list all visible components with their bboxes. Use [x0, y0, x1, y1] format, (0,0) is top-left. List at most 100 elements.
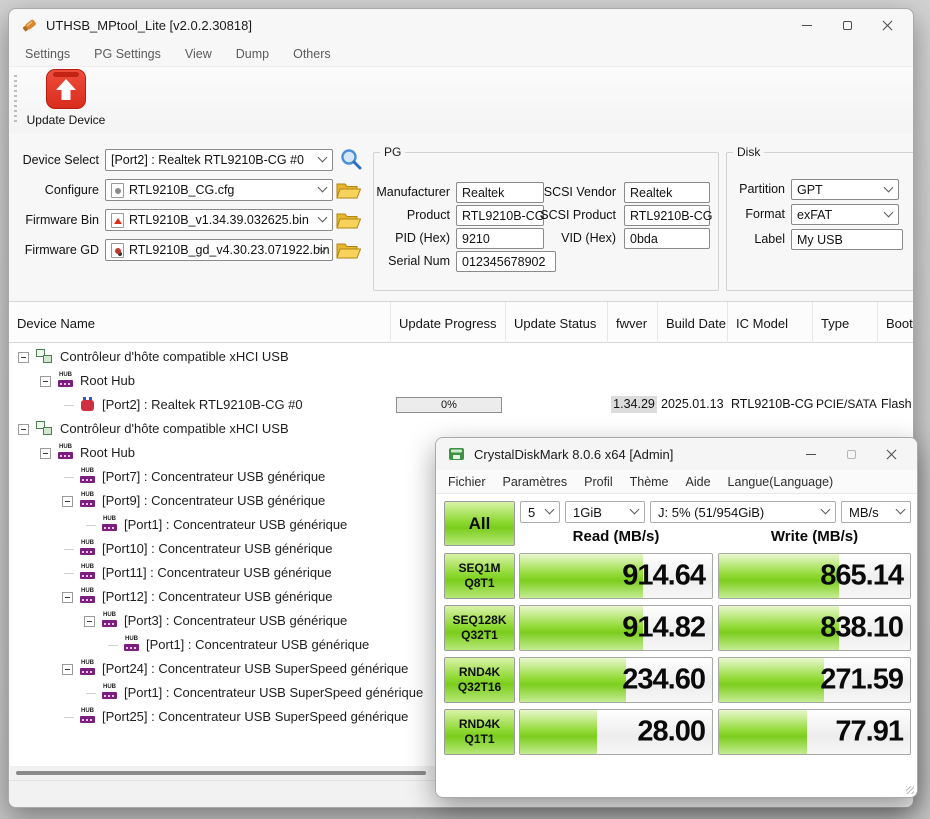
close-button[interactable]: [867, 10, 907, 40]
header-type[interactable]: Type: [813, 302, 878, 344]
collapse-icon[interactable]: [62, 664, 73, 675]
test-count-combo[interactable]: 5: [520, 501, 560, 523]
header-device-name[interactable]: Device Name: [9, 302, 391, 344]
partition-combo[interactable]: GPT: [791, 179, 899, 200]
header-update-status[interactable]: Update Status: [506, 302, 608, 344]
header-ic-model[interactable]: IC Model: [728, 302, 813, 344]
search-device-button[interactable]: [337, 147, 365, 171]
test-size-combo[interactable]: 1GiB: [565, 501, 645, 523]
tree-row-root-hub-1[interactable]: HUB Root Hub: [10, 369, 914, 393]
configure-combo[interactable]: RTL9210B_CG.cfg: [105, 179, 333, 201]
disk-label-field[interactable]: My USB: [791, 229, 903, 250]
menu-pg-settings[interactable]: PG Settings: [94, 47, 161, 61]
menu-dump[interactable]: Dump: [236, 47, 269, 61]
format-combo[interactable]: exFAT: [791, 204, 899, 225]
write-column-header: Write (MB/s): [718, 526, 911, 548]
rnd4k-q32t16-read-bar: 234.60: [519, 657, 713, 703]
hub-icon: HUB: [58, 373, 76, 389]
read-column-header: Read (MB/s): [519, 526, 713, 548]
tree-row-port2-device[interactable]: [Port2] : Realtek RTL9210B-CG #0 0% 1.34…: [10, 393, 914, 417]
chevron-down-icon: [884, 207, 894, 217]
device-select-combo[interactable]: [Port2] : Realtek RTL9210B-CG #0: [105, 149, 333, 171]
tree-row-xhci-controller-1[interactable]: Contrôleur d'hôte compatible xHCI USB: [10, 345, 914, 369]
usb-device-icon: [80, 397, 98, 413]
read-value: 28.00: [637, 716, 705, 749]
cdm-menu-aide[interactable]: Aide: [686, 475, 711, 489]
chevron-down-icon: [318, 183, 328, 193]
build-date-value: 2025.01.13: [661, 397, 724, 411]
maximize-button[interactable]: [827, 10, 867, 40]
cdm-menu-profil[interactable]: Profil: [584, 475, 612, 489]
firmware-bin-browse-button[interactable]: [335, 208, 363, 232]
maximize-icon: [843, 21, 852, 30]
hub-icon: HUB: [80, 541, 98, 557]
seq1m-q8t1-read-bar: 914.64: [519, 553, 713, 599]
collapse-icon[interactable]: [18, 352, 29, 363]
resize-grip[interactable]: [906, 786, 914, 794]
cdm-maximize-button[interactable]: [831, 439, 871, 469]
hub-icon: HUB: [80, 709, 98, 725]
pid-label: PID (Hex): [366, 231, 450, 245]
collapse-icon[interactable]: [18, 424, 29, 435]
firmware-gd-label: Firmware GD: [13, 243, 99, 257]
seq1m-q8t1-button[interactable]: SEQ1MQ8T1: [444, 553, 515, 599]
boot-value: Flash: [881, 397, 912, 411]
folder-open-icon: [336, 240, 362, 261]
collapse-icon[interactable]: [40, 376, 51, 387]
read-value: 914.82: [622, 612, 705, 645]
cdm-menu-theme[interactable]: Thème: [630, 475, 669, 489]
configure-browse-button[interactable]: [335, 178, 363, 202]
collapse-icon[interactable]: [62, 496, 73, 507]
configure-label: Configure: [13, 183, 99, 197]
seq128k-q32t1-button[interactable]: SEQ128KQ32T1: [444, 605, 515, 651]
collapse-icon[interactable]: [62, 592, 73, 603]
menu-view[interactable]: View: [185, 47, 212, 61]
cdm-menu-parametres[interactable]: Paramètres: [503, 475, 568, 489]
cdm-close-button[interactable]: [871, 439, 911, 469]
all-test-button[interactable]: All: [444, 501, 515, 546]
scrollbar-thumb[interactable]: [16, 771, 426, 775]
rnd4k-q32t16-button[interactable]: RND4KQ32T16: [444, 657, 515, 703]
header-fwver[interactable]: fwver: [608, 302, 658, 344]
header-update-progress[interactable]: Update Progress: [391, 302, 506, 344]
partition-label: Partition: [705, 182, 785, 196]
usb-controller-icon: [36, 349, 54, 365]
serial-num-field[interactable]: 012345678902: [456, 251, 556, 272]
firmware-bin-combo[interactable]: RTL9210B_v1.34.39.032625.bin: [105, 209, 333, 231]
menu-settings[interactable]: Settings: [25, 47, 70, 61]
target-drive-combo[interactable]: J: 5% (51/954GiB): [650, 501, 836, 523]
cdm-menu-langue[interactable]: Langue(Language): [728, 475, 834, 489]
menu-others[interactable]: Others: [293, 47, 331, 61]
vid-field[interactable]: 0bda: [624, 228, 710, 249]
scsi-product-field[interactable]: RTL9210B-CG: [624, 205, 710, 226]
unit-combo[interactable]: MB/s: [841, 501, 911, 523]
search-icon: [339, 147, 363, 171]
scsi-vendor-label: SCSI Vendor: [464, 185, 616, 199]
rnd4k-q1t1-button[interactable]: RND4KQ1T1: [444, 709, 515, 755]
mptool-titlebar[interactable]: UTHSB_MPtool_Lite [v2.0.2.30818]: [9, 9, 913, 41]
firmware-gd-combo[interactable]: RTL9210B_gd_v4.30.23.071922.bin: [105, 239, 333, 261]
hub-icon: HUB: [80, 589, 98, 605]
close-icon: [882, 20, 893, 31]
cdm-menu-fichier[interactable]: Fichier: [448, 475, 486, 489]
collapse-icon[interactable]: [84, 616, 95, 627]
folder-open-icon: [336, 210, 362, 231]
pg-group: PG Manufacturer Realtek SCSI Vendor Real…: [373, 145, 719, 291]
minimize-button[interactable]: [787, 10, 827, 40]
collapse-icon[interactable]: [40, 448, 51, 459]
hub-icon: HUB: [80, 661, 98, 677]
form-area: Device Select [Port2] : Realtek RTL9210B…: [9, 101, 914, 297]
menu-bar: Settings PG Settings View Dump Others: [9, 41, 913, 67]
cdm-minimize-button[interactable]: [791, 439, 831, 469]
manufacturer-label: Manufacturer: [366, 185, 450, 199]
chevron-down-icon: [884, 182, 894, 192]
disk-label-label: Label: [705, 232, 785, 246]
usb-controller-icon: [36, 421, 54, 437]
cdm-titlebar[interactable]: CrystalDiskMark 8.0.6 x64 [Admin]: [436, 438, 917, 470]
scsi-vendor-field[interactable]: Realtek: [624, 182, 710, 203]
firmware-gd-browse-button[interactable]: [335, 238, 363, 262]
hub-icon: HUB: [58, 445, 76, 461]
header-build-date[interactable]: Build Date: [658, 302, 728, 344]
header-boot[interactable]: Boot: [878, 302, 914, 344]
config-file-icon: [111, 183, 124, 198]
